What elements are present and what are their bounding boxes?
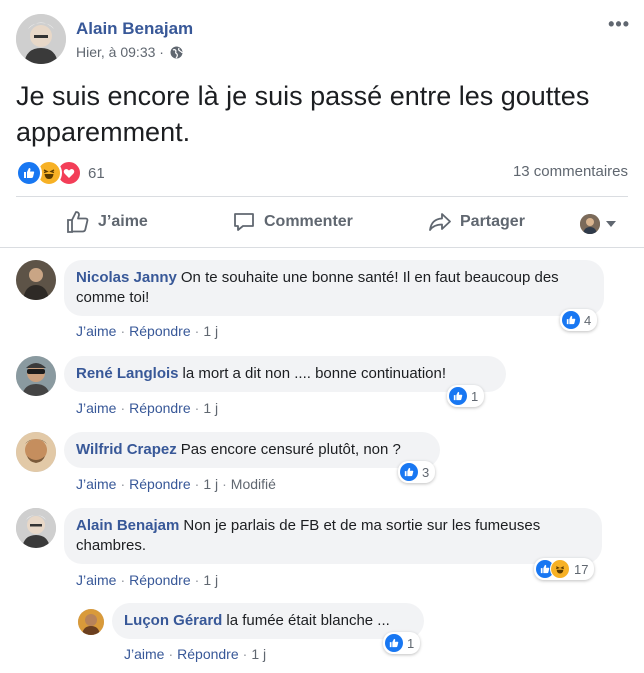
reaction-count[interactable]: 61 — [88, 165, 105, 182]
commenter-avatar[interactable] — [16, 356, 56, 396]
comment-time[interactable]: 1 j — [203, 572, 218, 588]
comment-bubble: Wilfrid Crapez Pas encore censuré plutôt,… — [64, 432, 440, 468]
comment-text: la fumée était blanche ... — [226, 612, 390, 629]
comment-edited-label[interactable]: Modifié — [231, 476, 276, 492]
comment-actions: J’aime · Répondre · 1 j — [76, 323, 219, 339]
share-button[interactable]: Partager — [428, 210, 525, 234]
globe-icon — [170, 46, 183, 59]
thumbs-up-icon — [67, 211, 89, 233]
share-as-avatar[interactable] — [580, 214, 600, 234]
comment-reaction-count: 1 — [471, 388, 479, 404]
comment-reactions[interactable]: 4 — [560, 309, 598, 331]
comment-time[interactable]: 1 j — [251, 646, 266, 662]
comment-reply-link[interactable]: Répondre — [129, 476, 191, 492]
divider — [0, 247, 644, 248]
comment-reaction-count: 3 — [422, 464, 430, 480]
post-meta: Hier, à 09:33 · — [76, 44, 183, 60]
comment-like-link[interactable]: J’aime — [76, 400, 116, 416]
comments-count[interactable]: 13 commentaires — [513, 163, 628, 180]
comment-icon — [234, 213, 254, 231]
commenter-avatar[interactable] — [16, 508, 56, 548]
share-icon — [429, 213, 451, 231]
chevron-down-icon[interactable] — [606, 221, 616, 227]
like-icon — [385, 634, 403, 652]
comment-reply-link[interactable]: Répondre — [177, 646, 239, 662]
comment-time[interactable]: 1 j — [203, 323, 218, 339]
commenter-name[interactable]: René Langlois — [76, 365, 179, 382]
divider — [16, 196, 628, 197]
like-button[interactable]: J’aime — [66, 210, 148, 234]
comment-actions: J’aime · Répondre · 1 j — [124, 646, 267, 662]
comment-reaction-count: 1 — [407, 635, 415, 651]
reactions-summary[interactable]: 61 — [16, 160, 105, 186]
comment-reply-link[interactable]: Répondre — [129, 323, 191, 339]
commenter-avatar[interactable] — [16, 260, 56, 300]
comment-reply-link[interactable]: Répondre — [129, 400, 191, 416]
author-avatar[interactable] — [16, 14, 66, 64]
comment-like-link[interactable]: J’aime — [76, 476, 116, 492]
comment-actions: J’aime · Répondre · 1 j — [76, 400, 219, 416]
more-options-icon[interactable]: ••• — [608, 14, 630, 35]
comment-reply-link[interactable]: Répondre — [129, 572, 191, 588]
post-timestamp[interactable]: Hier, à 09:33 · — [76, 44, 164, 60]
comment-actions: J’aime · Répondre · 1 j · Modifié — [76, 476, 276, 492]
haha-icon — [550, 559, 570, 579]
like-icon — [562, 311, 580, 329]
like-icon — [449, 387, 467, 405]
comment-button[interactable]: Commenter — [232, 210, 353, 234]
post-text: Je suis encore là je suis passé entre le… — [16, 81, 590, 147]
facebook-post: Alain Benajam Hier, à 09:33 · ••• Je sui… — [0, 0, 644, 673]
comment-reactions[interactable]: 1 — [447, 385, 485, 407]
like-icon — [400, 463, 418, 481]
comment-bubble: René Langlois la mort a dit non .... bonn… — [64, 356, 506, 392]
comment-text: Pas encore censuré plutôt, non ? — [180, 441, 401, 458]
like-icon — [16, 160, 42, 186]
comment-reactions[interactable]: 3 — [398, 461, 436, 483]
author-name[interactable]: Alain Benajam — [76, 19, 193, 39]
comment-text: la mort a dit non .... bonne continuatio… — [182, 365, 447, 382]
comment-like-link[interactable]: J’aime — [76, 323, 116, 339]
commenter-name[interactable]: Wilfrid Crapez — [76, 441, 177, 458]
commenter-name[interactable]: Nicolas Janny — [76, 269, 177, 286]
commenter-avatar[interactable] — [78, 609, 104, 635]
comment-like-link[interactable]: J’aime — [124, 646, 164, 662]
comment-bubble: Alain Benajam Non je parlais de FB et de … — [64, 508, 602, 564]
comment-like-link[interactable]: J’aime — [76, 572, 116, 588]
commenter-name[interactable]: Alain Benajam — [76, 517, 179, 534]
share-button-label: Partager — [460, 213, 525, 230]
like-button-label: J’aime — [98, 213, 148, 230]
action-bar: J’aime Commenter Partager — [0, 200, 644, 246]
comment-button-label: Commenter — [264, 213, 353, 230]
comment-reactions[interactable]: 1 — [383, 632, 421, 654]
comment-reactions[interactable]: 17 — [534, 558, 595, 580]
commenter-avatar[interactable] — [16, 432, 56, 472]
comment-bubble: Luçon Gérard la fumée était blanche ... — [112, 603, 424, 639]
comment-time[interactable]: 1 j — [203, 400, 218, 416]
comment-reaction-count: 17 — [574, 561, 589, 577]
comment-time[interactable]: 1 j — [203, 476, 218, 492]
comment-reaction-count: 4 — [584, 312, 592, 328]
comment-actions: J’aime · Répondre · 1 j — [76, 572, 219, 588]
comment-bubble: Nicolas Janny On te souhaite une bonne sa… — [64, 260, 604, 316]
commenter-name[interactable]: Luçon Gérard — [124, 612, 222, 629]
